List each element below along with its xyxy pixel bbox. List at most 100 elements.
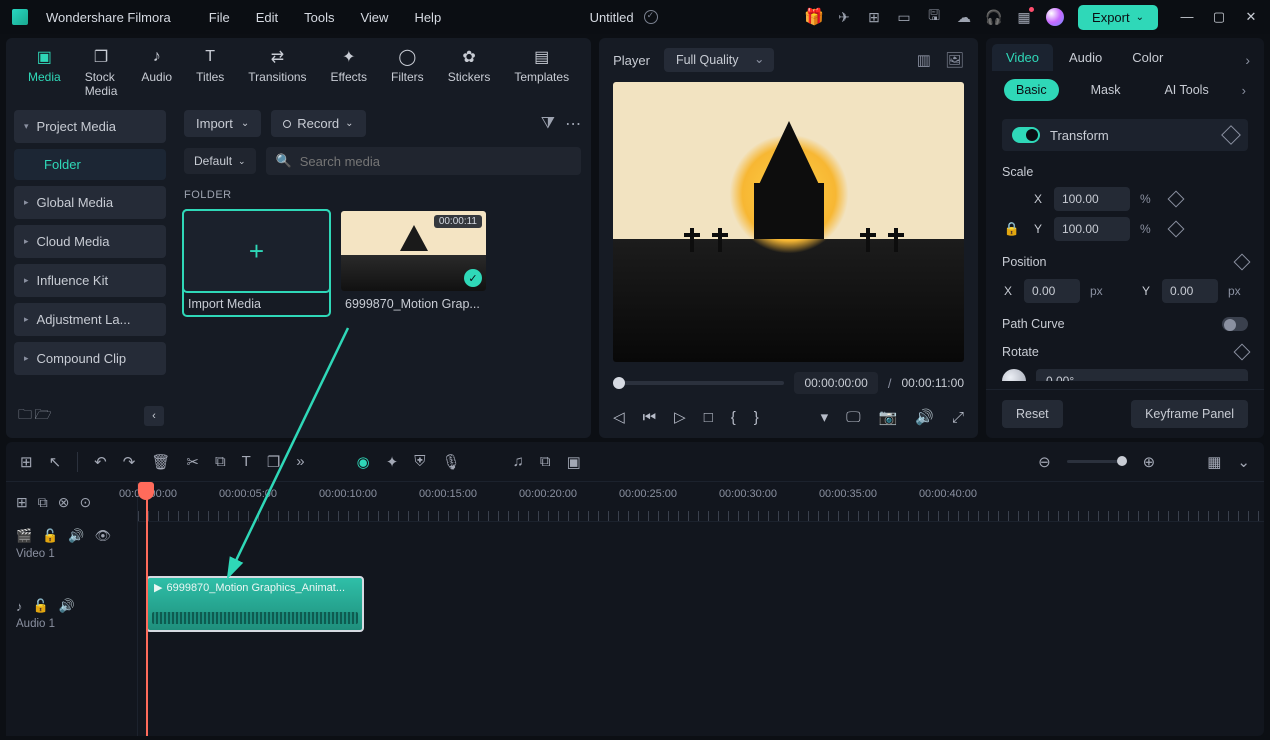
- redo-icon[interactable]: ↷: [123, 453, 136, 471]
- playhead[interactable]: [138, 482, 154, 500]
- filter-icon[interactable]: ⧩: [541, 115, 555, 133]
- rotate-dial[interactable]: [1002, 369, 1026, 381]
- mute-icon[interactable]: 🔊: [68, 528, 84, 544]
- inspector-tab-video[interactable]: Video: [992, 44, 1053, 71]
- track-add-icon[interactable]: ⊞: [16, 494, 28, 511]
- track-link-icon[interactable]: ⧉: [38, 494, 48, 511]
- transform-keyframe-icon[interactable]: [1221, 125, 1241, 145]
- playback-slider[interactable]: [613, 381, 784, 385]
- tab-transitions[interactable]: ⇄Transitions: [248, 48, 306, 98]
- tab-stock-media[interactable]: ❐Stock Media: [85, 48, 118, 98]
- tab-effects[interactable]: ✦Effects: [331, 48, 367, 98]
- track-snap-icon[interactable]: ⊙: [79, 494, 91, 511]
- folder-row[interactable]: Folder: [14, 149, 166, 180]
- volume-icon[interactable]: 🔊: [915, 408, 934, 426]
- audio-tool-icon[interactable]: ♫: [513, 453, 524, 470]
- video-track-lane[interactable]: ▶6999870_Motion Graphics_Animat...: [138, 572, 1264, 642]
- stop-icon[interactable]: □: [704, 409, 713, 426]
- lock-icon[interactable]: 🔓: [33, 598, 49, 614]
- step-back-icon[interactable]: ⏮: [643, 409, 657, 426]
- video-track-header[interactable]: 🎬 🔓 🔊 👁 Video 1: [6, 522, 137, 592]
- crop-icon[interactable]: ⧉: [215, 453, 226, 470]
- zoom-out-icon[interactable]: ⊖: [1038, 453, 1051, 471]
- influence-kit-row[interactable]: ▸Influence Kit: [14, 264, 166, 297]
- compound-clip-row[interactable]: ▸Compound Clip: [14, 342, 166, 375]
- position-x-input[interactable]: 0.00: [1024, 279, 1080, 303]
- new-folder-icon[interactable]: 🗀: [16, 407, 34, 425]
- shield-icon[interactable]: ⛨: [414, 453, 425, 470]
- frame-icon[interactable]: ▣: [567, 453, 581, 471]
- save-icon[interactable]: 🖫: [926, 9, 942, 25]
- maximize-button[interactable]: ▢: [1212, 9, 1226, 25]
- user-avatar[interactable]: [1046, 8, 1064, 26]
- mic-icon[interactable]: 🎙: [442, 453, 461, 471]
- scale-y-keyframe-icon[interactable]: [1168, 221, 1185, 238]
- zoom-in-icon[interactable]: ⊕: [1143, 453, 1156, 471]
- zoom-slider[interactable]: [1067, 460, 1127, 463]
- cloud-media-row[interactable]: ▸Cloud Media: [14, 225, 166, 258]
- tab-media[interactable]: ▣Media: [28, 48, 61, 98]
- menu-help[interactable]: Help: [414, 10, 441, 25]
- time-ruler[interactable]: 00:00:00:00 00:00:05:00 00:00:10:00 00:0…: [138, 482, 1264, 522]
- transform-toggle[interactable]: [1012, 127, 1040, 143]
- display-icon[interactable]: 🖵: [846, 409, 860, 426]
- folder-icon[interactable]: 🗁: [34, 407, 52, 425]
- timeline-clip[interactable]: ▶6999870_Motion Graphics_Animat...: [146, 576, 364, 632]
- position-keyframe-icon[interactable]: [1234, 254, 1251, 271]
- more-icon[interactable]: ⋯: [565, 114, 581, 134]
- ai-tool-icon[interactable]: ◉: [357, 453, 370, 471]
- menu-view[interactable]: View: [360, 10, 388, 25]
- cut-icon[interactable]: ✂: [186, 453, 199, 471]
- inspector-tab-audio[interactable]: Audio: [1069, 50, 1102, 65]
- subtab-next-icon[interactable]: ›: [1242, 83, 1246, 98]
- cloud-icon[interactable]: ☁: [956, 9, 972, 25]
- snapshot-icon[interactable]: 📷: [879, 408, 898, 426]
- effect-tool-icon[interactable]: ✦: [386, 453, 399, 471]
- more-tools-icon[interactable]: »: [296, 453, 304, 470]
- keyframe-panel-button[interactable]: Keyframe Panel: [1131, 400, 1248, 428]
- compare-icon[interactable]: ▥: [917, 51, 931, 69]
- menu-tools[interactable]: Tools: [304, 10, 334, 25]
- track-magnet-icon[interactable]: ⊗: [58, 494, 70, 511]
- copy-icon[interactable]: ❐: [267, 453, 280, 471]
- undo-icon[interactable]: ↶: [94, 453, 107, 471]
- devices-icon[interactable]: ⧉: [540, 453, 551, 470]
- close-button[interactable]: ✕: [1244, 9, 1258, 25]
- inspector-next-icon[interactable]: ›: [1245, 52, 1250, 68]
- record-button[interactable]: Record⌄: [271, 110, 365, 137]
- scale-x-input[interactable]: 100.00: [1054, 187, 1130, 211]
- scale-y-input[interactable]: 100.00: [1054, 217, 1130, 241]
- mute-icon[interactable]: 🔊: [59, 598, 75, 614]
- marker-icon[interactable]: ▾: [821, 408, 829, 426]
- tl-grid-icon[interactable]: ⊞: [20, 453, 33, 471]
- inspector-tab-color[interactable]: Color: [1132, 50, 1163, 65]
- gift-icon[interactable]: 🎁: [806, 9, 822, 25]
- rotate-keyframe-icon[interactable]: [1234, 344, 1251, 361]
- tab-templates[interactable]: ▤Templates: [514, 48, 569, 98]
- scale-x-keyframe-icon[interactable]: [1168, 191, 1185, 208]
- picture-icon[interactable]: 🖼: [945, 51, 964, 69]
- subtab-basic[interactable]: Basic: [1004, 79, 1059, 101]
- subtab-mask[interactable]: Mask: [1079, 79, 1133, 101]
- text-icon[interactable]: T: [242, 453, 251, 470]
- mark-out-icon[interactable]: }: [754, 409, 759, 426]
- grid-icon[interactable]: ▦: [1016, 9, 1032, 25]
- screen-icon[interactable]: ▭: [896, 9, 912, 25]
- import-button[interactable]: Import⌄: [184, 110, 261, 137]
- tab-filters[interactable]: ◯Filters: [391, 48, 424, 98]
- rotate-input[interactable]: 0.00°: [1036, 369, 1248, 381]
- audio-track-header[interactable]: ♪ 🔓 🔊 Audio 1: [6, 592, 137, 662]
- tab-audio[interactable]: ♪Audio: [141, 48, 172, 98]
- mark-in-icon[interactable]: {: [731, 409, 736, 426]
- cloud-sync-icon[interactable]: [644, 10, 658, 24]
- visibility-icon[interactable]: 👁: [95, 528, 112, 544]
- search-media-box[interactable]: 🔍: [266, 147, 582, 175]
- preview-canvas[interactable]: [613, 82, 964, 362]
- path-curve-toggle[interactable]: [1222, 317, 1248, 331]
- tab-stickers[interactable]: ✿Stickers: [448, 48, 491, 98]
- import-media-tile[interactable]: + Import Media: [184, 211, 329, 315]
- view-mode-icon[interactable]: ▦: [1207, 453, 1221, 471]
- position-y-input[interactable]: 0.00: [1162, 279, 1218, 303]
- timeline-tracks[interactable]: 00:00:00:00 00:00:05:00 00:00:10:00 00:0…: [138, 482, 1264, 736]
- audio-track-lane[interactable]: [138, 642, 1264, 712]
